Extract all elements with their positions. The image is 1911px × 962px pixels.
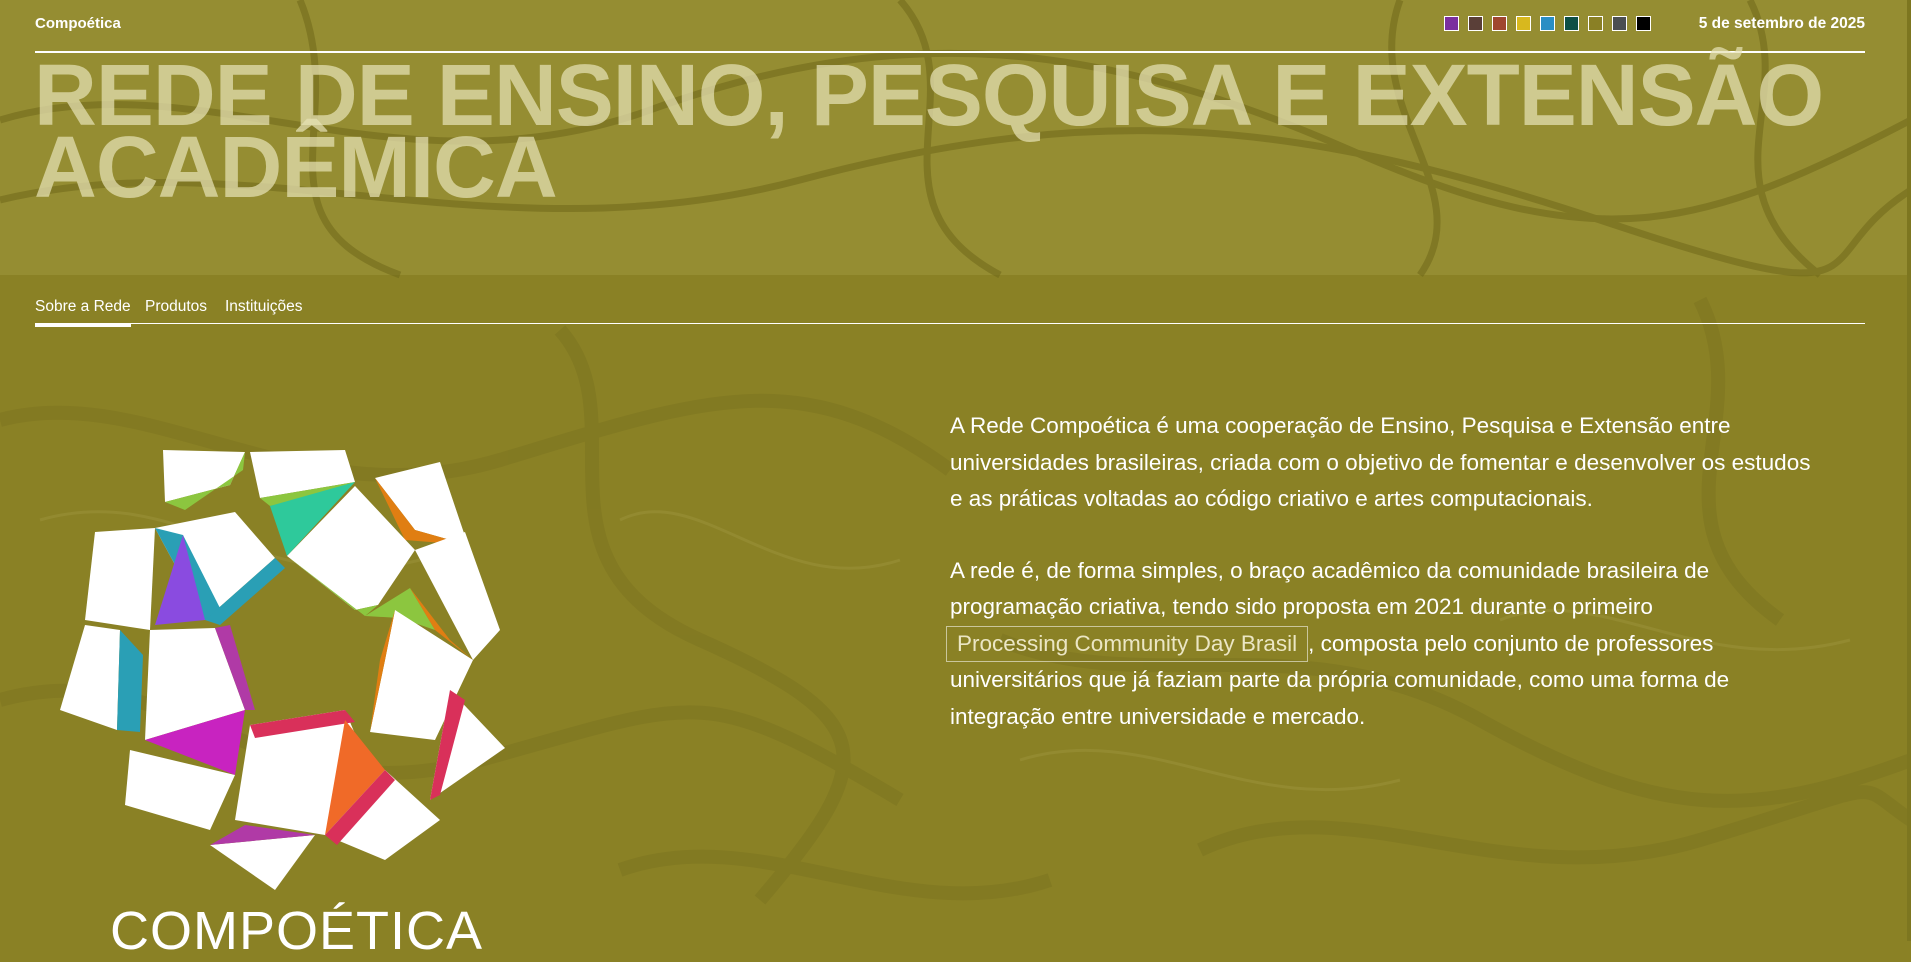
processing-community-day-link[interactable]: Processing Community Day Brasil xyxy=(946,625,1309,662)
palette-swatch[interactable] xyxy=(1636,16,1651,31)
page-title: REDE DE ENSINO, PESQUISA E EXTENSÃO ACAD… xyxy=(34,52,1894,211)
palette-swatch[interactable] xyxy=(1516,16,1531,31)
top-bar: Compoética 5 de setembro de 2025 xyxy=(35,0,1865,53)
page-title-line-2: ACADÊMICA xyxy=(34,119,558,216)
palette-swatch[interactable] xyxy=(1612,16,1627,31)
current-date: 5 de setembro de 2025 xyxy=(1698,15,1865,32)
compoetica-logo-mark xyxy=(60,450,505,890)
palette-swatch[interactable] xyxy=(1588,16,1603,31)
about-paragraph-1: A Rede Compoética é uma cooperação de En… xyxy=(950,413,1811,511)
palette-swatch[interactable] xyxy=(1492,16,1507,31)
about-section: A Rede Compoética é uma cooperação de En… xyxy=(946,408,1820,770)
logo-wordmark: COMPOÉTICA xyxy=(110,901,484,961)
brand-name[interactable]: Compoética xyxy=(35,15,121,32)
scrollbar[interactable] xyxy=(1907,0,1911,941)
palette-swatch[interactable] xyxy=(1468,16,1483,31)
palette-swatch[interactable] xyxy=(1564,16,1579,31)
compoetica-logo xyxy=(55,440,525,941)
tab-sobre-a-rede[interactable]: Sobre a Rede xyxy=(35,298,131,327)
tab-produtos[interactable]: Produtos xyxy=(145,298,207,324)
tab-instituicoes[interactable]: Instituições xyxy=(225,298,303,324)
color-palette xyxy=(1444,16,1651,31)
about-paragraph-2-start: A rede é, de forma simples, o braço acad… xyxy=(950,557,1710,620)
about-paragraph-2: A rede é, de forma simples, o braço acad… xyxy=(946,553,1820,736)
section-tabs: Sobre a Rede Produtos Instituições xyxy=(35,295,1865,327)
palette-swatch[interactable] xyxy=(1540,16,1555,31)
palette-swatch[interactable] xyxy=(1444,16,1459,31)
